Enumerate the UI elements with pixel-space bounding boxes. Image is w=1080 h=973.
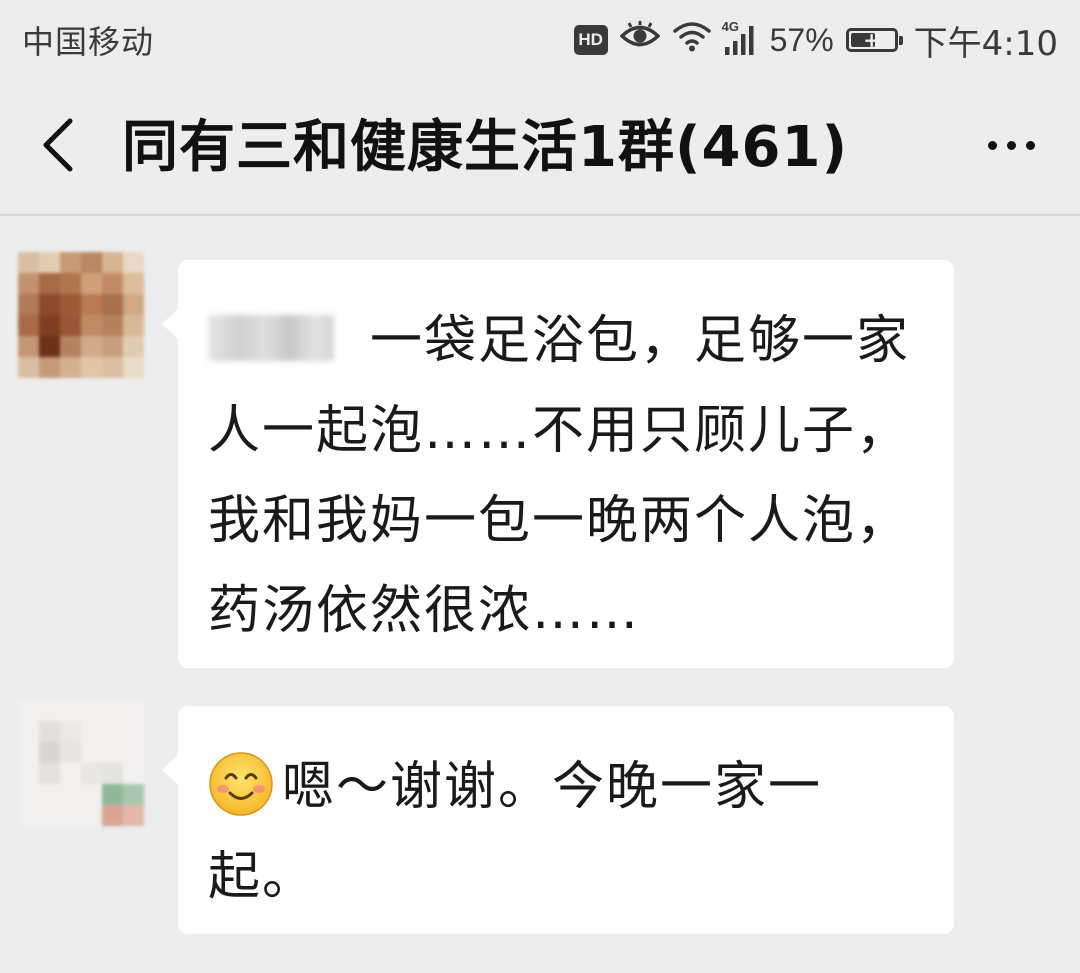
carrier-name: 中国移动	[22, 23, 155, 61]
ellipsis-icon-dot	[1006, 140, 1016, 150]
network-type-label: 4G	[721, 19, 739, 34]
chat-header: 同有三和健康生活1群(461)	[0, 80, 1080, 216]
status-indicators: HD 4G 57% + 下午4:10	[573, 16, 1058, 65]
chat-title: 同有三和健康生活1群(461)	[122, 115, 849, 180]
message-content: 嗯～谢谢。今晚一家一起。	[208, 742, 924, 922]
redacted-sender	[208, 315, 334, 361]
back-button[interactable]	[28, 110, 88, 180]
eye-comfort-icon	[619, 21, 661, 59]
status-bar: 中国移动 HD 4G 57% + 下午4:10	[0, 0, 1080, 80]
ellipsis-icon-dot	[1025, 140, 1035, 150]
message-bubble[interactable]: 嗯～谢谢。今晚一家一起。	[162, 706, 954, 934]
chevron-left-icon	[43, 118, 73, 172]
hd-icon: HD	[573, 25, 608, 55]
message-bubble[interactable]: 一袋足浴包，足够一家人一起泡……不用只顾儿子，我和我妈一包一晚两个人泡，药汤依然…	[162, 260, 954, 668]
chat-screen: 中国移动 HD 4G 57% + 下午4:10 同有三和健康生活1群(461) …	[0, 0, 1080, 973]
ellipsis-icon	[987, 140, 997, 150]
message-text: 嗯～谢谢。今晚一家一起。	[208, 757, 823, 907]
more-options-button[interactable]	[966, 110, 1056, 180]
message-content: 一袋足浴包，足够一家人一起泡……不用只顾儿子，我和我妈一包一晚两个人泡，药汤依然…	[208, 296, 924, 656]
avatar[interactable]	[18, 700, 144, 826]
wifi-icon	[672, 20, 712, 60]
charging-icon: +	[863, 28, 881, 52]
cellular-signal-icon: 4G	[722, 19, 758, 55]
battery-percent: 57%	[769, 21, 834, 58]
avatar[interactable]	[18, 252, 144, 378]
smiling-face-icon	[209, 752, 273, 816]
clock: 下午4:10	[913, 23, 1058, 64]
battery-icon: +	[845, 28, 903, 52]
